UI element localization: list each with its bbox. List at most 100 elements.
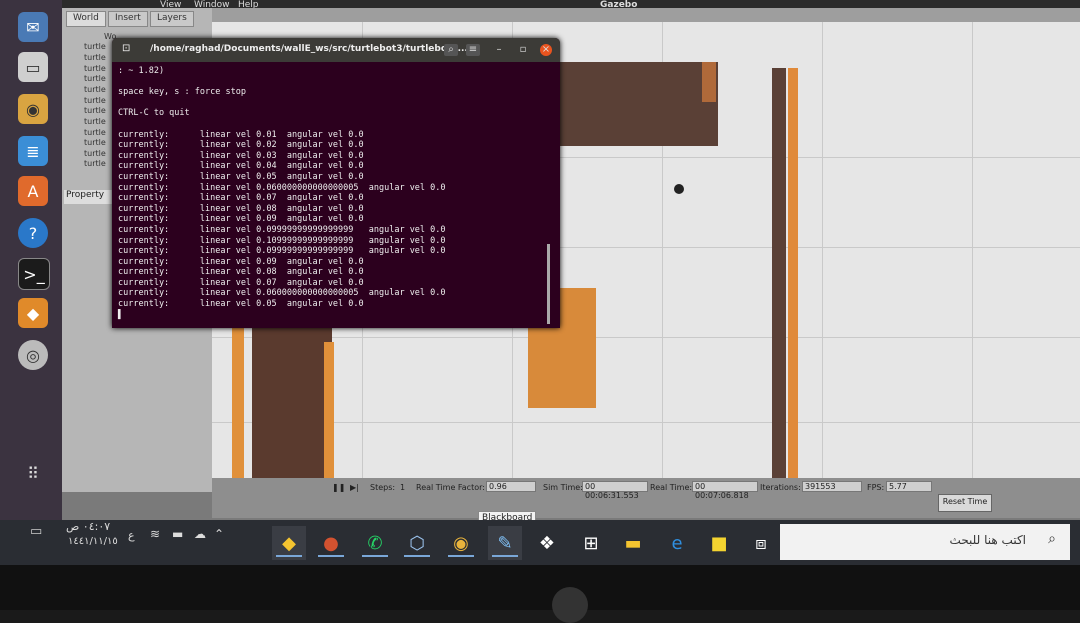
powerpoint-icon[interactable]: ● [314, 526, 348, 560]
tree-item[interactable]: turtle [84, 42, 106, 51]
dvd-icon[interactable]: ◎ [18, 340, 48, 370]
rtf-label: Real Time Factor: [416, 483, 485, 492]
pillar-shadow [772, 68, 786, 478]
files-icon[interactable]: ▭ [18, 52, 48, 82]
tree-item[interactable]: turtle [84, 159, 106, 168]
iterations-label: Iterations: [760, 483, 801, 492]
pillar [788, 68, 798, 478]
terminal-icon[interactable]: >_ [18, 258, 50, 290]
terminal-output[interactable]: : ~ 1.82) space key, s : force stop CTRL… [112, 62, 560, 324]
dropbox-icon[interactable]: ❖ [530, 526, 564, 560]
tree-item[interactable]: turtle [84, 128, 106, 137]
sim-time-label: Sim Time: [543, 483, 583, 492]
search-icon: ⌕ [1048, 531, 1056, 547]
help-icon[interactable]: ? [18, 218, 48, 248]
minimize-icon[interactable]: – [492, 44, 506, 56]
steps-value[interactable]: 1 [400, 483, 405, 492]
search-icon[interactable]: ⌕ [444, 44, 458, 56]
gazebo-icon[interactable]: ◆ [18, 298, 48, 328]
terminal-tab-icon: ⊡ [122, 43, 131, 54]
real-time-value: 00 00:07:06.818 [692, 481, 758, 500]
terminal-line: currently: linear vel 0.07 angular vel 0… [118, 277, 364, 288]
terminal-line: currently: linear vel 0.0600000000000000… [118, 182, 446, 193]
terminal-line: currently: linear vel 0.02 angular vel 0… [118, 140, 364, 151]
left-post [232, 322, 244, 478]
terminal-line: currently: linear vel 0.0999999999999999… [118, 224, 446, 235]
ubuntu-launcher: ✉ ▭ ◉ ≣ A ? >_ ◆ ◎ ⠿ [0, 0, 62, 520]
rtf-value: 0.96 [486, 481, 536, 492]
software-center-icon[interactable]: A [18, 176, 48, 206]
wall-post [702, 62, 716, 102]
terminal-line: currently: linear vel 0.0999999999999999… [118, 246, 446, 257]
tree-item[interactable]: turtle [84, 96, 106, 105]
ubuntu-desktop: View Window Help Gazebo ✉ ▭ ◉ ≣ A ? >_ ◆… [0, 0, 1080, 520]
writer-icon[interactable]: ≣ [18, 136, 48, 166]
tree-item[interactable]: turtle [84, 117, 106, 126]
wall-block [560, 62, 718, 146]
onedrive-icon[interactable]: ☁ [194, 527, 206, 541]
tab-world[interactable]: World [66, 11, 106, 27]
terminal-line: currently: linear vel 0.05 angular vel 0… [118, 171, 364, 182]
notification-icon[interactable]: ▭ [30, 524, 42, 539]
tab-layers[interactable]: Layers [150, 11, 194, 27]
iterations-value: 391553 [802, 481, 862, 492]
tree-item[interactable]: turtle [84, 53, 106, 62]
terminal-line: currently: linear vel 0.07 angular vel 0… [118, 193, 364, 204]
left-wall [252, 322, 332, 478]
tree-item[interactable]: turtle [84, 106, 106, 115]
terminal-line: currently: linear vel 0.04 angular vel 0… [118, 161, 364, 172]
clock-date[interactable]: ١٤٤١/١١/١٥ [68, 536, 118, 547]
hp-logo [552, 587, 588, 623]
tree-item[interactable]: turtle [84, 64, 106, 73]
terminal-line: : ~ 1.82) [118, 66, 165, 76]
whatsapp-icon[interactable]: ✆ [358, 526, 392, 560]
chrome-icon[interactable]: ◉ [444, 526, 478, 560]
fps-label: FPS: [867, 483, 885, 492]
language-indicator[interactable]: ع [128, 529, 135, 542]
fps-value: 5.77 [886, 481, 932, 492]
file-explorer-icon[interactable]: ▬ [616, 526, 650, 560]
turtlebot-model[interactable] [674, 184, 684, 194]
edge-icon[interactable]: e [660, 526, 694, 560]
store-icon[interactable]: ⊞ [574, 526, 608, 560]
tab-insert[interactable]: Insert [108, 11, 148, 27]
terminal-line: currently: linear vel 0.03 angular vel 0… [118, 150, 364, 161]
terminal-line: currently: linear vel 0.05 angular vel 0… [118, 299, 364, 310]
clock-time[interactable]: ٠٤:٠٧ ص [66, 520, 110, 533]
tree-item[interactable]: turtle [84, 138, 106, 147]
tree-item[interactable]: turtle [84, 85, 106, 94]
thunderbird-icon[interactable]: ✉ [18, 12, 48, 42]
real-time-label: Real Time: [650, 483, 693, 492]
windows-taskbar: ▭ ٠٤:٠٧ ص ١٤٤١/١١/١٥ ع ≋ ▬ ☁ ⌃ ◆ ● ✆ ⬡ ◉… [0, 520, 1080, 565]
chevron-up-icon[interactable]: ⌃ [214, 527, 224, 541]
search-box[interactable]: اكتب هنا للبحث ⌕ [780, 524, 1070, 560]
step-icon[interactable]: ▶| [350, 483, 359, 492]
gazebo-toolbar [212, 8, 1080, 22]
close-icon[interactable]: × [540, 44, 552, 56]
maximize-icon[interactable]: ▫ [516, 44, 530, 56]
wifi-icon[interactable]: ≋ [150, 527, 160, 541]
tree-item[interactable]: turtle [84, 74, 106, 83]
terminal-window[interactable]: ⊡ /home/raghad/Documents/wallE_ws/src/tu… [112, 38, 560, 328]
terminal-line: currently: linear vel 0.1099999999999999… [118, 235, 446, 246]
rhythmbox-icon[interactable]: ◉ [18, 94, 48, 124]
pause-icon[interactable]: ❚❚ [332, 483, 345, 492]
task-view-icon[interactable]: ⧈ [744, 526, 778, 560]
sticky-notes-icon[interactable]: ■ [702, 526, 736, 560]
virtualbox-icon[interactable]: ⬡ [400, 526, 434, 560]
terminal-titlebar[interactable]: ⊡ /home/raghad/Documents/wallE_ws/src/tu… [112, 38, 560, 62]
terminal-line: currently: linear vel 0.08 angular vel 0… [118, 203, 364, 214]
tree-item[interactable]: turtle [84, 149, 106, 158]
sticky-app-icon[interactable]: ◆ [272, 526, 306, 560]
gazebo-status-bar: ❚❚ ▶| Steps: 1 Real Time Factor: 0.96 Si… [212, 478, 1080, 518]
blackboard-icon[interactable]: ✎ [488, 526, 522, 560]
terminal-scrollbar[interactable] [547, 244, 550, 324]
battery-icon[interactable]: ▬ [172, 527, 183, 541]
terminal-line: ▌ [118, 309, 124, 320]
app-grid-icon[interactable]: ⠿ [18, 458, 48, 488]
left-post-2 [324, 342, 334, 478]
menu-icon[interactable]: ≡ [466, 44, 480, 56]
reset-time-button[interactable]: Reset Time [938, 494, 992, 512]
